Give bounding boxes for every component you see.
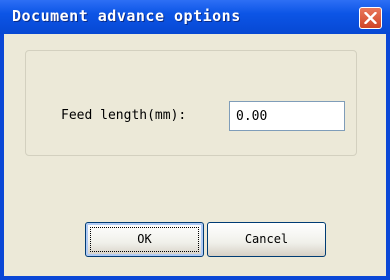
focus-rectangle <box>90 227 199 252</box>
cancel-button[interactable]: Cancel <box>207 222 326 257</box>
ok-button[interactable]: OK <box>85 222 204 257</box>
window-title: Document advance options <box>12 7 241 25</box>
feed-length-label: Feed length(mm): <box>61 108 187 123</box>
feed-length-input[interactable] <box>229 101 345 131</box>
close-button[interactable] <box>359 7 382 29</box>
title-bar[interactable]: Document advance options <box>0 0 390 34</box>
close-icon <box>364 12 377 24</box>
cancel-button-label: Cancel <box>244 232 289 246</box>
